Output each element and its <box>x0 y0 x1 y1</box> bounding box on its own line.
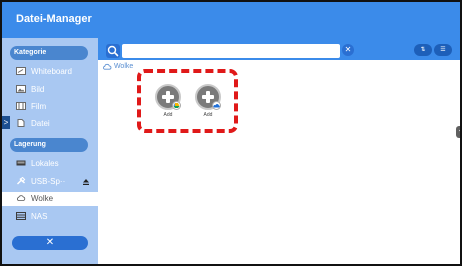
sidebar-item-label: Datei <box>31 119 50 128</box>
chevron-left-icon[interactable]: < <box>456 126 460 138</box>
sidebar-item-film[interactable]: Film <box>16 100 94 114</box>
sidebar-item-label: NAS <box>31 212 48 221</box>
close-button[interactable]: ✕ <box>12 236 88 250</box>
google-drive-icon <box>172 101 181 110</box>
local-drive-icon <box>16 160 26 166</box>
storage-header: Lagerung <box>10 138 88 152</box>
sidebar-item-lokales[interactable]: Lokales <box>16 157 94 171</box>
nas-icon <box>16 211 26 220</box>
sidebar-item-nas[interactable]: NAS <box>16 210 94 224</box>
add-icon <box>155 84 181 110</box>
file-icon <box>17 118 25 127</box>
sort-icon: ⇅ <box>420 47 426 53</box>
add-label: Add <box>203 112 213 118</box>
sidebar-item-label: Whiteboard <box>31 67 72 76</box>
onedrive-icon <box>212 101 221 110</box>
usb-icon <box>17 176 26 185</box>
app-title: Datei-Manager <box>16 13 92 25</box>
search-icon[interactable] <box>106 44 120 58</box>
sort-button[interactable]: ⇅ <box>414 44 432 56</box>
sidebar-item-label: USB-Sp·· <box>31 177 66 186</box>
sidebar-item-label: Bild <box>31 85 45 94</box>
cloud-icon <box>17 195 26 201</box>
sidebar-item-usb[interactable]: USB-Sp·· <box>16 175 94 189</box>
sidebar-item-label: Wolke <box>31 194 54 203</box>
film-icon <box>16 101 26 110</box>
sidebar-item-datei[interactable]: Datei <box>16 117 94 131</box>
title-bar: Datei-Manager <box>2 2 460 38</box>
sidebar-item-wolke[interactable]: Wolke <box>2 192 98 206</box>
whiteboard-icon <box>16 66 26 75</box>
chevron-right-icon[interactable]: > <box>2 116 10 129</box>
image-icon <box>16 84 26 93</box>
add-google-drive-tile[interactable]: Add <box>153 84 183 124</box>
app-window: Datei-Manager ✕ ⇅ ☰ Kategorie Whiteboard… <box>0 0 462 266</box>
add-onedrive-tile[interactable]: Add <box>193 84 223 124</box>
sidebar-item-label: Film <box>31 102 47 111</box>
search-input[interactable] <box>122 44 340 58</box>
category-header: Kategorie <box>10 46 88 60</box>
sidebar-item-label: Lokales <box>31 159 59 168</box>
add-label: Add <box>163 112 173 118</box>
sidebar-item-whiteboard[interactable]: Whiteboard <box>16 65 94 79</box>
sidebar-item-bild[interactable]: Bild <box>16 83 94 97</box>
clear-search-button[interactable]: ✕ <box>342 44 354 56</box>
sidebar: Kategorie Whiteboard Bild Film Datei Lag… <box>2 38 98 264</box>
eject-icon[interactable] <box>82 178 90 186</box>
add-icon <box>195 84 221 110</box>
list-view-icon: ☰ <box>440 47 446 53</box>
view-mode-button[interactable]: ☰ <box>434 44 452 56</box>
